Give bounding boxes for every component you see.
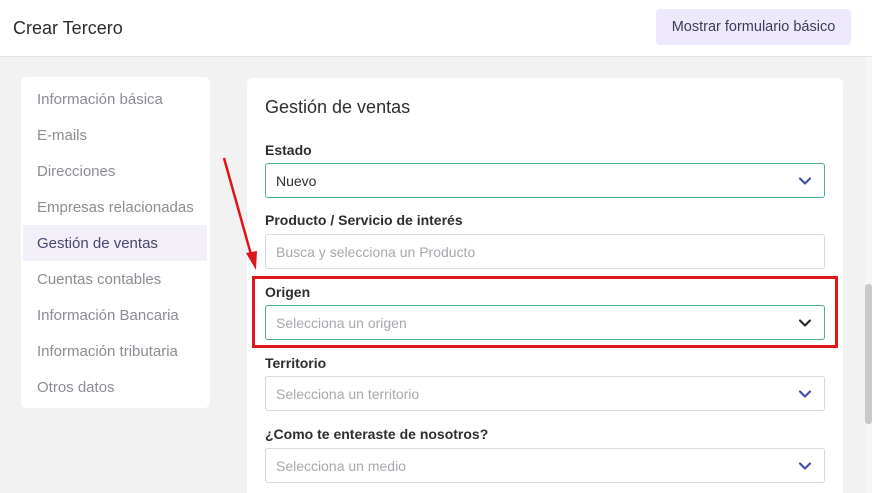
producto-placeholder: Busca y selecciona un Producto — [276, 243, 476, 260]
sidebar-item-gestion-de-ventas[interactable]: Gestión de ventas — [23, 225, 207, 261]
sidebar-item-cuentas-contables[interactable]: Cuentas contables — [23, 261, 207, 297]
sidebar-item-informacion-tributaria[interactable]: Información tributaria — [23, 333, 207, 369]
section-title: Gestión de ventas — [265, 97, 411, 117]
chevron-down-icon — [798, 462, 812, 470]
sidebar-item-informacion-bancaria[interactable]: Información Bancaria — [23, 297, 207, 333]
chevron-down-icon — [798, 177, 812, 185]
top-bar: Crear Tercero Mostrar formulario básico — [0, 0, 872, 57]
sidebar-item-emails[interactable]: E-mails — [23, 117, 207, 153]
medio-select[interactable]: Selecciona un medio — [265, 448, 825, 483]
territorio-label: Territorio — [265, 355, 327, 371]
territorio-placeholder: Selecciona un territorio — [276, 385, 420, 402]
sidebar-item-empresas-relacionadas[interactable]: Empresas relacionadas — [23, 189, 207, 225]
sidebar: Información básica E-mails Direcciones E… — [21, 77, 210, 408]
territorio-select[interactable]: Selecciona un territorio — [265, 376, 825, 411]
medio-placeholder: Selecciona un medio — [276, 457, 406, 474]
medio-label: ¿Como te enteraste de nosotros? — [265, 426, 489, 442]
estado-label: Estado — [265, 142, 312, 158]
producto-label: Producto / Servicio de interés — [265, 212, 463, 228]
sidebar-item-direcciones[interactable]: Direcciones — [23, 153, 207, 189]
scrollbar-track[interactable] — [865, 57, 872, 493]
scrollbar-thumb[interactable] — [865, 284, 872, 424]
sidebar-item-informacion-basica[interactable]: Información básica — [23, 81, 207, 117]
estado-select[interactable]: Nuevo — [265, 163, 825, 198]
show-basic-form-button[interactable]: Mostrar formulario básico — [656, 9, 851, 45]
sidebar-item-otros-datos[interactable]: Otros datos — [23, 369, 207, 405]
estado-value: Nuevo — [276, 172, 317, 189]
page-title: Crear Tercero — [13, 18, 123, 38]
chevron-down-icon — [798, 390, 812, 398]
highlight-annotation-box — [252, 276, 838, 348]
producto-search-input[interactable]: Busca y selecciona un Producto — [265, 234, 825, 269]
